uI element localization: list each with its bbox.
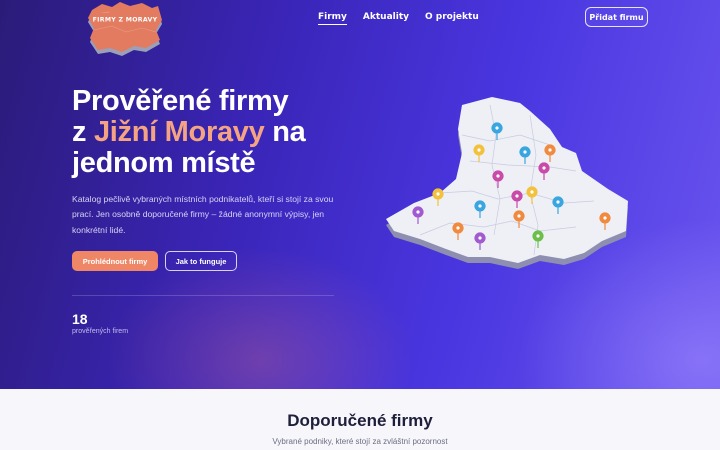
headline-line-3: jednom místě	[72, 147, 256, 179]
how-it-works-button[interactable]: Jak to funguje	[165, 251, 237, 271]
main-nav: Firmy Aktuality O projektu	[318, 12, 479, 25]
nav-item-o-projektu[interactable]: O projektu	[425, 12, 479, 25]
logo[interactable]: FIRMY Z MORAVY	[82, 2, 168, 64]
svg-text:FIRMY Z MORAVY: FIRMY Z MORAVY	[93, 17, 158, 24]
browse-companies-button[interactable]: Prohlédnout firmy	[72, 251, 158, 271]
map-region	[386, 97, 628, 263]
nav-item-firmy[interactable]: Firmy	[318, 12, 347, 25]
section-title: Doporučené firmy	[287, 411, 433, 430]
stat-label: prověřených firem	[72, 328, 129, 335]
hero-section: FIRMY Z MORAVY Firmy Aktuality O projekt…	[0, 0, 720, 389]
headline-line-2-post: na	[264, 116, 306, 148]
headline-line-1: Prověřené firmy	[72, 85, 289, 117]
add-company-button[interactable]: Přidat firmu	[585, 7, 648, 27]
region-map-illustration	[386, 97, 628, 269]
headline-line-2-pre: z	[72, 116, 94, 148]
stat-value: 18	[72, 311, 88, 327]
headline-accent: Jižní Moravy	[93, 116, 265, 148]
hero-divider	[72, 295, 334, 296]
nav-item-aktuality[interactable]: Aktuality	[363, 12, 409, 25]
section-subtitle: Vybrané podniky, které stojí za zvláštní…	[272, 437, 448, 446]
hero-headline: Prověřené firmy z Jižní Moravy na jednom…	[72, 86, 352, 179]
hero-lead: Katalog pečlivě vybraných místních podni…	[72, 194, 334, 235]
